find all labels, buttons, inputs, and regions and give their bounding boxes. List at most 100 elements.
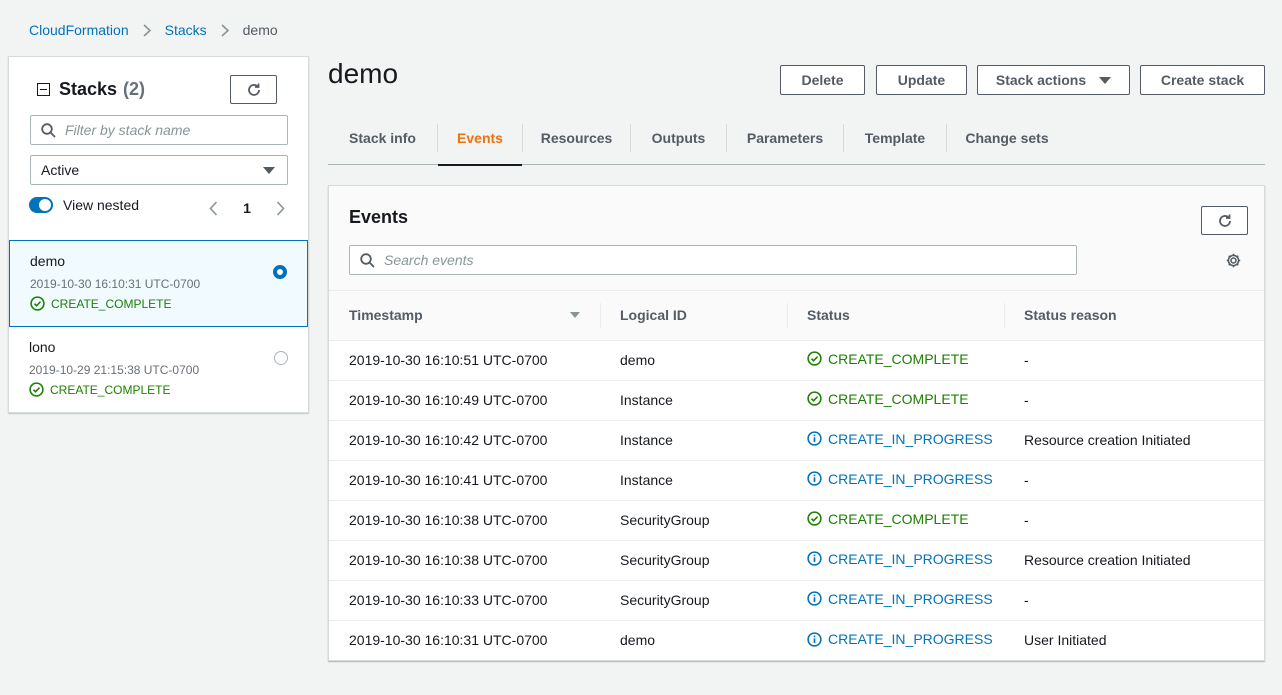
stack-name[interactable]: demo bbox=[30, 253, 65, 269]
refresh-icon bbox=[247, 83, 260, 96]
stack-actions-button[interactable]: Stack actions bbox=[977, 65, 1130, 95]
event-status-cell: CREATE_IN_PROGRESS bbox=[787, 540, 1004, 581]
stack-select-radio[interactable] bbox=[274, 351, 288, 365]
events-search-input[interactable]: Search events bbox=[349, 245, 1077, 275]
event-status: CREATE_IN_PROGRESS bbox=[807, 471, 993, 487]
chevron-right-icon[interactable] bbox=[276, 200, 285, 216]
breadcrumb-stacks[interactable]: Stacks bbox=[165, 22, 207, 38]
events-title: Events bbox=[349, 207, 409, 227]
event-timestamp: 2019-10-30 16:10:31 UTC-0700 bbox=[349, 632, 548, 649]
chevron-left-icon[interactable] bbox=[209, 200, 218, 216]
info-circle-icon bbox=[807, 631, 822, 647]
tab-parameters[interactable]: Parameters bbox=[727, 112, 843, 165]
event-status-text: CREATE_IN_PROGRESS bbox=[828, 470, 993, 487]
event-timestamp: 2019-10-30 16:10:38 UTC-0700 bbox=[329, 540, 600, 581]
event-status-cell: CREATE_COMPLETE bbox=[787, 380, 1004, 421]
event-status-text: CREATE_IN_PROGRESS bbox=[828, 550, 993, 567]
view-nested-row: View nested bbox=[29, 197, 139, 213]
event-status-text: CREATE_COMPLETE bbox=[828, 390, 969, 407]
events-refresh-button[interactable] bbox=[1201, 206, 1248, 235]
event-status-cell: CREATE_IN_PROGRESS bbox=[787, 460, 1004, 501]
search-icon bbox=[41, 122, 56, 138]
event-status-text: CREATE_IN_PROGRESS bbox=[828, 590, 993, 607]
events-table-body: 2019-10-30 16:10:51 UTC-0700 demo CREATE_C… bbox=[329, 340, 1264, 660]
stack-select-radio[interactable] bbox=[273, 265, 287, 279]
column-timestamp[interactable]: Timestamp bbox=[329, 291, 600, 341]
event-logical-id: Instance bbox=[600, 460, 787, 501]
tab-stack-info[interactable]: Stack info bbox=[328, 112, 437, 165]
event-status: CREATE_IN_PROGRESS bbox=[807, 431, 993, 447]
column-status-reason[interactable]: Status reason bbox=[1004, 291, 1264, 341]
event-logical-id: Instance bbox=[600, 420, 787, 461]
event-logical-id: SecurityGroup bbox=[600, 580, 787, 621]
event-status-text: CREATE_COMPLETE bbox=[828, 350, 969, 367]
info-circle-icon bbox=[807, 471, 822, 486]
gear-icon[interactable] bbox=[1225, 252, 1242, 269]
stacks-pagination: 1 bbox=[209, 200, 285, 216]
page-number[interactable]: 1 bbox=[218, 200, 276, 216]
event-logical-id: demo bbox=[600, 340, 787, 381]
event-timestamp: 2019-10-30 16:10:41 UTC-0700 bbox=[329, 460, 600, 501]
event-status-reason: - bbox=[1004, 500, 1264, 541]
table-row: 2019-10-30 16:10:49 UTC-0700 Instance CREA… bbox=[329, 380, 1264, 421]
info-circle-icon bbox=[807, 591, 822, 606]
search-icon bbox=[360, 252, 375, 268]
column-divider bbox=[600, 303, 601, 328]
stacks-refresh-button[interactable] bbox=[230, 75, 277, 104]
view-nested-toggle[interactable] bbox=[29, 197, 53, 213]
delete-button[interactable]: Delete bbox=[780, 65, 865, 95]
breadcrumb-cloudformation[interactable]: CloudFormation bbox=[29, 22, 129, 38]
event-status-reason: Resource creation Initiated bbox=[1004, 540, 1264, 581]
check-circle-icon bbox=[29, 382, 44, 397]
refresh-icon bbox=[1218, 214, 1231, 227]
column-status[interactable]: Status bbox=[787, 291, 1004, 341]
event-status-reason: - bbox=[1004, 580, 1264, 621]
event-status-reason: - bbox=[1004, 340, 1264, 381]
tab-outputs[interactable]: Outputs bbox=[631, 112, 726, 165]
event-status-text: CREATE_COMPLETE bbox=[828, 510, 969, 527]
tab-events[interactable]: Events bbox=[438, 112, 522, 166]
breadcrumb: CloudFormation Stacks demo bbox=[29, 21, 278, 39]
stack-list-item-lono[interactable]: lono 2019-10-29 21:15:38 UTC-0700 CREATE… bbox=[9, 327, 308, 414]
sort-descending-icon[interactable] bbox=[570, 312, 580, 318]
event-logical-id: Instance bbox=[600, 380, 787, 421]
event-status-reason: User Initiated bbox=[1024, 632, 1107, 649]
event-status-cell: CREATE_COMPLETE bbox=[787, 500, 1004, 541]
table-row: 2019-10-30 16:10:38 UTC-0700 SecurityGrou… bbox=[329, 540, 1264, 581]
event-status: CREATE_COMPLETE bbox=[807, 351, 969, 367]
event-timestamp: 2019-10-30 16:10:33 UTC-0700 bbox=[329, 580, 600, 621]
update-button[interactable]: Update bbox=[876, 65, 967, 95]
view-nested-label: View nested bbox=[63, 197, 140, 213]
stack-status: CREATE_COMPLETE bbox=[30, 296, 171, 311]
event-status-cell: CREATE_IN_PROGRESS bbox=[787, 620, 1004, 660]
chevron-right-icon bbox=[129, 23, 165, 37]
caret-down-icon bbox=[263, 166, 275, 174]
tab-change-sets[interactable]: Change sets bbox=[947, 112, 1067, 165]
event-status-reason: - bbox=[1004, 380, 1264, 421]
check-circle-icon bbox=[807, 511, 822, 526]
event-status-cell: CREATE_IN_PROGRESS bbox=[787, 580, 1004, 621]
stack-tabs: Stack info Events Resources Outputs Para… bbox=[328, 112, 1265, 166]
tab-resources[interactable]: Resources bbox=[523, 112, 630, 165]
create-stack-button[interactable]: Create stack bbox=[1140, 65, 1265, 95]
event-status-reason: - bbox=[1004, 460, 1264, 501]
table-row: 2019-10-30 16:10:51 UTC-0700 demo CREATE_C… bbox=[329, 340, 1264, 381]
event-logical-id: SecurityGroup bbox=[600, 500, 787, 541]
stack-status-text: CREATE_COMPLETE bbox=[50, 382, 171, 397]
chevron-right-icon bbox=[207, 23, 243, 37]
event-status: CREATE_IN_PROGRESS bbox=[807, 631, 993, 647]
check-circle-icon bbox=[807, 351, 822, 366]
stacks-count: (2) bbox=[123, 79, 146, 99]
stack-filter-input[interactable]: Filter by stack name bbox=[30, 115, 288, 145]
collapse-icon[interactable] bbox=[37, 83, 50, 96]
page-title: demo bbox=[328, 58, 399, 89]
stack-status: CREATE_COMPLETE bbox=[29, 382, 170, 397]
stack-name[interactable]: lono bbox=[29, 339, 55, 355]
tab-template[interactable]: Template bbox=[844, 112, 946, 165]
event-status: CREATE_COMPLETE bbox=[807, 391, 969, 407]
column-logical-id[interactable]: Logical ID bbox=[600, 291, 787, 341]
stack-list-item-demo[interactable]: demo 2019-10-30 16:10:31 UTC-0700 CREATE… bbox=[9, 240, 308, 327]
stack-status-select[interactable]: Active bbox=[30, 155, 288, 185]
caret-down-icon bbox=[1099, 76, 1112, 84]
event-status-text: CREATE_IN_PROGRESS bbox=[828, 430, 993, 447]
